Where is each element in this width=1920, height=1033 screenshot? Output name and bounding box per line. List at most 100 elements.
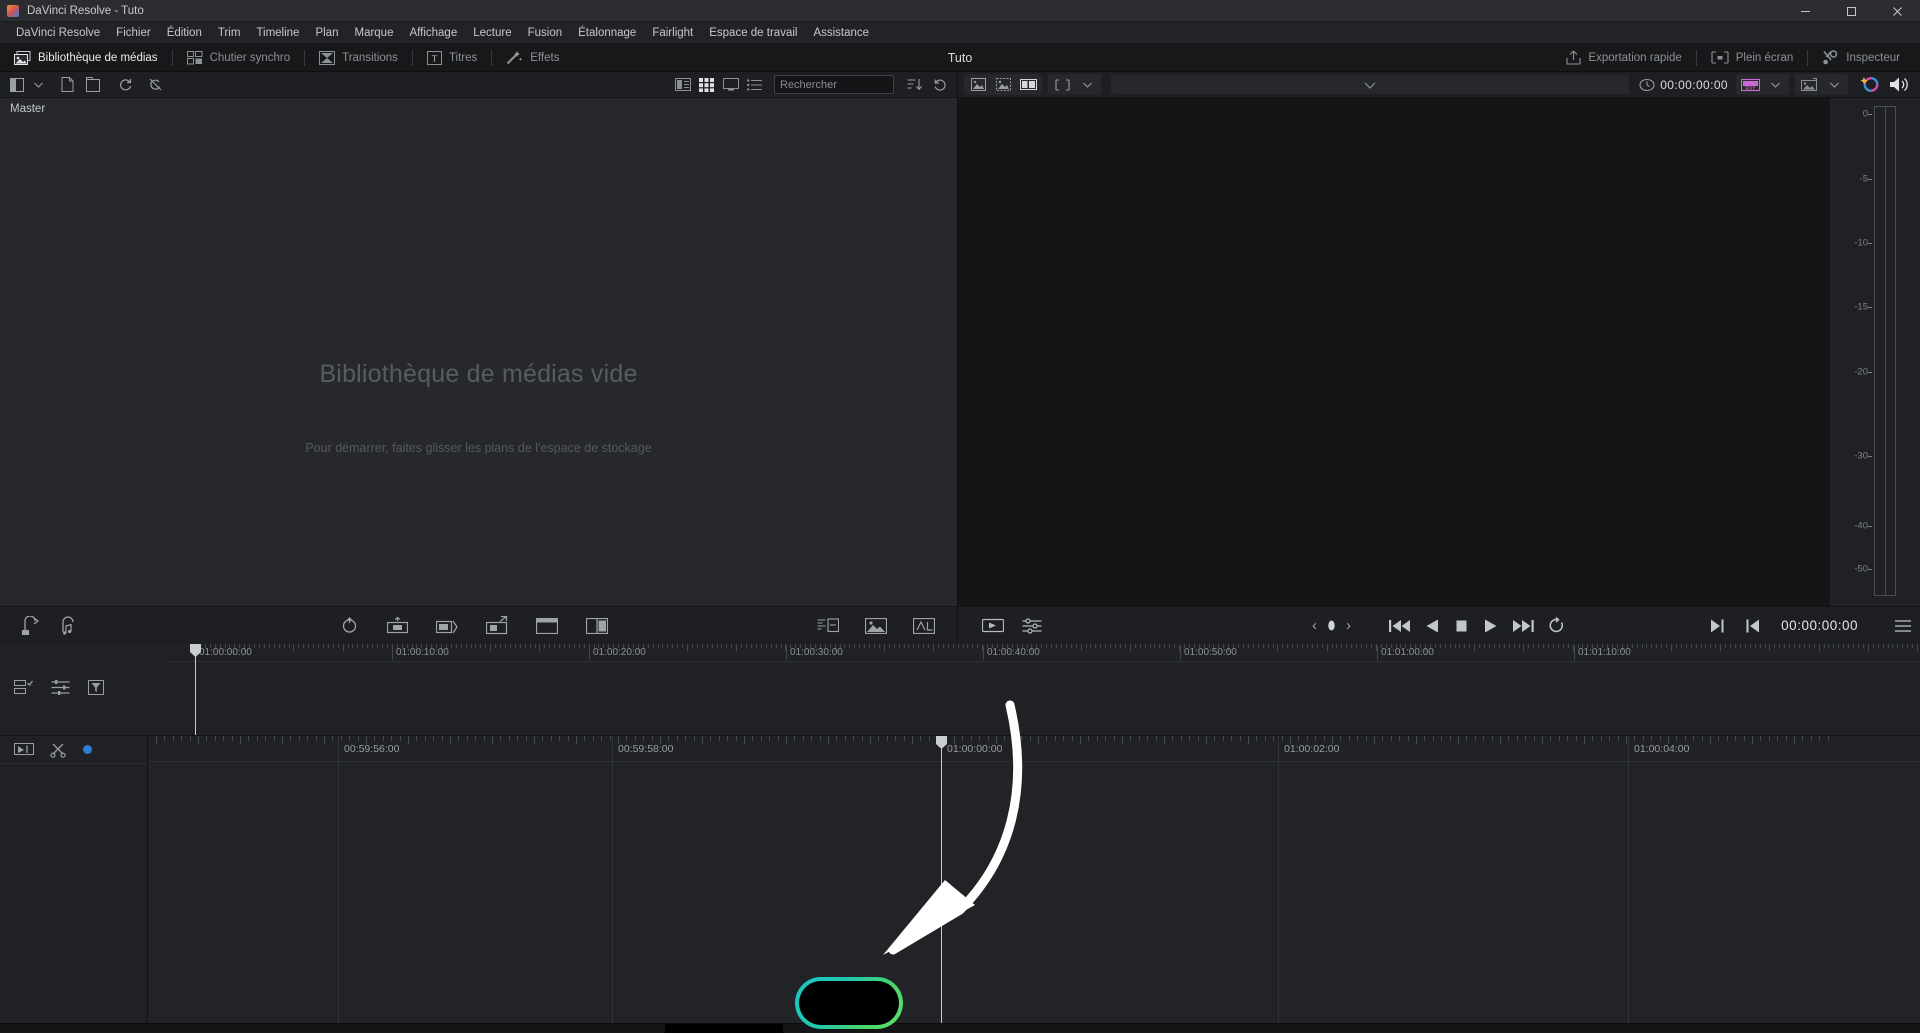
reload-icon[interactable] — [928, 75, 952, 95]
search-box[interactable] — [774, 75, 894, 94]
toolbar-quick-export[interactable]: Exportation rapide — [1552, 44, 1695, 72]
timeline-timecode[interactable]: 00:00:00:00 — [1781, 618, 1858, 633]
timeline-overview-track[interactable]: 01:00:00:00 01:00:10:00 01:00:20:00 01:0… — [166, 644, 1920, 735]
menu-item-timeline[interactable]: Timeline — [248, 24, 307, 42]
list-view-icon[interactable] — [744, 75, 765, 94]
adjust-clip-icon[interactable] — [1022, 617, 1042, 634]
timeline-detail-ruler[interactable]: 00:59:56:00 00:59:58:00 01:00:00:00 01:0… — [148, 736, 1920, 762]
chevron-down-icon[interactable] — [1822, 75, 1846, 94]
thumbnail-view-icon[interactable] — [696, 75, 717, 94]
trim-in-icon[interactable] — [22, 615, 44, 636]
page-button-exportation[interactable]: Exportation — [1255, 1024, 1373, 1033]
chevron-down-icon[interactable] — [31, 75, 45, 95]
metadata-view-icon[interactable] — [672, 75, 693, 94]
playhead[interactable] — [195, 644, 196, 735]
page-button-fusion[interactable]: Fusion — [901, 1024, 1019, 1033]
menu-item-fichier[interactable]: Fichier — [108, 24, 159, 42]
record-dot-icon[interactable] — [1326, 619, 1337, 632]
filmstrip-view-icon[interactable] — [720, 75, 741, 94]
minimize-button[interactable] — [1782, 0, 1828, 22]
menu-item-assistance[interactable]: Assistance — [805, 24, 877, 42]
timeline-detail-track[interactable]: 00:59:56:00 00:59:58:00 01:00:00:00 01:0… — [148, 736, 1920, 1023]
overlay-icon[interactable] — [1797, 75, 1821, 94]
play-reverse-icon[interactable] — [1425, 618, 1440, 634]
audio-waveform-icon[interactable] — [817, 618, 839, 633]
next-marker-button[interactable]: › — [1346, 617, 1351, 634]
mark-out-icon[interactable] — [1709, 618, 1725, 634]
timeline-view-options-icon[interactable] — [14, 680, 33, 695]
blue-marker-icon[interactable] — [83, 745, 92, 754]
menu-item-marque[interactable]: Marque — [346, 24, 401, 42]
previous-marker-button[interactable]: ‹ — [1312, 617, 1317, 634]
chevron-down-icon[interactable] — [1763, 75, 1787, 94]
maximize-button[interactable] — [1828, 0, 1874, 22]
playhead[interactable] — [941, 736, 942, 1023]
media-pool-master-label[interactable]: Master — [0, 98, 957, 120]
hamburger-menu-icon[interactable] — [1894, 619, 1912, 633]
toolbar-effects[interactable]: Effets — [492, 44, 573, 72]
unlink-icon[interactable] — [143, 75, 167, 95]
close-up-icon[interactable] — [536, 617, 558, 634]
search-input[interactable] — [780, 78, 888, 91]
menu-item-davinci-resolve[interactable]: DaVinci Resolve — [8, 24, 108, 42]
viewer-timecode[interactable]: 00:00:00:00 — [1660, 78, 1728, 92]
page-button-fairlight[interactable]: Fairlight — [1137, 1024, 1255, 1033]
menu-item-lecture[interactable]: Lecture — [465, 24, 519, 42]
still-frame-icon[interactable] — [865, 617, 887, 634]
toolbar-titles[interactable]: T Titres — [413, 44, 491, 72]
menu-item-etalonnage[interactable]: Étalonnage — [570, 24, 644, 42]
mark-in-icon[interactable] — [1745, 618, 1761, 634]
new-bin-icon[interactable] — [55, 75, 79, 95]
video-format-icon[interactable]: RXY — [1738, 75, 1762, 94]
close-button[interactable] — [1874, 0, 1920, 22]
menu-item-fairlight[interactable]: Fairlight — [644, 24, 701, 42]
page-button-etalonnage[interactable]: Étalonnage — [1019, 1024, 1137, 1033]
menu-item-edition[interactable]: Édition — [159, 24, 210, 42]
toolbar-sync-bin[interactable]: Chutier synchro — [173, 44, 305, 72]
refresh-icon[interactable] — [113, 75, 137, 95]
scissors-icon[interactable] — [50, 742, 67, 758]
color-wheel-icon[interactable] — [1856, 74, 1882, 95]
toolbar-media-pool[interactable]: Bibliothèque de médias — [0, 44, 172, 72]
audio-levels-icon[interactable] — [51, 680, 70, 695]
chevron-down-icon[interactable] — [1075, 75, 1099, 94]
stop-icon[interactable] — [1454, 618, 1469, 634]
timeline-overview-ruler[interactable]: 01:00:00:00 01:00:10:00 01:00:20:00 01:0… — [166, 644, 1920, 662]
dual-viewer-icon[interactable] — [1016, 75, 1040, 94]
toolbar-fullscreen[interactable]: Plein écran — [1697, 44, 1808, 72]
timeline-viewer-icon[interactable] — [991, 75, 1015, 94]
page-button-montage[interactable]: Montage — [783, 1024, 901, 1033]
safe-area-icon[interactable] — [1050, 75, 1074, 94]
menu-item-trim[interactable]: Trim — [210, 24, 249, 42]
place-on-top-icon[interactable] — [387, 617, 408, 634]
import-media-icon[interactable] — [81, 75, 105, 95]
menu-item-affichage[interactable]: Affichage — [401, 24, 465, 42]
play-forward-icon[interactable] — [1483, 618, 1498, 634]
play-source-icon[interactable] — [982, 617, 1004, 634]
menu-item-espace-de-travail[interactable]: Espace de travail — [701, 24, 805, 42]
toolbar-transitions[interactable]: Transitions — [305, 44, 412, 72]
video-preview[interactable] — [958, 98, 1830, 606]
media-pool-body[interactable]: Bibliothèque de médias vide Pour démarre… — [0, 120, 957, 606]
speaker-icon[interactable] — [1884, 74, 1914, 96]
sidebar-toggle-icon[interactable] — [5, 75, 29, 95]
flag-icon[interactable] — [14, 742, 34, 757]
page-button-cut[interactable]: Cut — [665, 1023, 783, 1033]
jump-start-icon[interactable] — [1389, 618, 1411, 634]
source-viewer-icon[interactable] — [966, 75, 990, 94]
ripple-overwrite-icon[interactable] — [486, 616, 508, 635]
jump-end-icon[interactable] — [1512, 618, 1534, 634]
toolbar-inspector[interactable]: Inspecteur — [1808, 44, 1914, 72]
split-screen-icon[interactable] — [586, 617, 608, 634]
smart-insert-icon[interactable] — [913, 617, 935, 634]
loop-icon[interactable] — [1548, 617, 1566, 634]
sort-icon[interactable] — [902, 75, 926, 95]
audio-note-icon[interactable] — [60, 615, 80, 636]
menu-item-plan[interactable]: Plan — [307, 24, 346, 42]
append-icon[interactable] — [436, 617, 458, 634]
page-button-media[interactable]: Média — [547, 1024, 665, 1033]
viewer-clip-selector[interactable] — [1111, 75, 1630, 94]
menu-item-fusion[interactable]: Fusion — [520, 24, 571, 42]
source-overwrite-icon[interactable] — [340, 617, 359, 634]
marker-filter-icon[interactable] — [88, 680, 104, 695]
